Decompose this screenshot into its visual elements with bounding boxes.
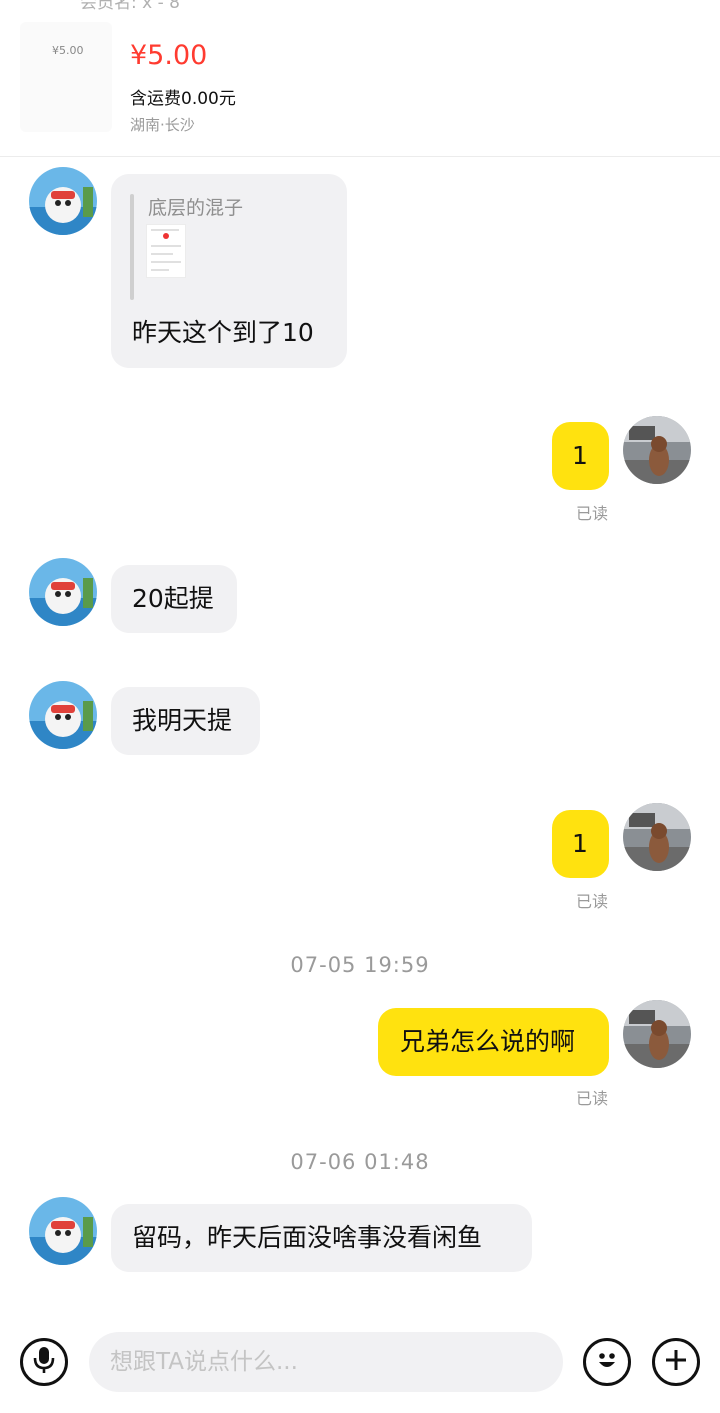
product-shipping: 含运费0.00元 [130, 89, 236, 109]
quoted-image-line [151, 261, 181, 263]
product-seller-text: 会员名: x - 8 [80, 0, 180, 13]
message-text-content: 1 [572, 441, 588, 470]
voice-button[interactable] [20, 1338, 68, 1386]
input-bar [0, 1315, 720, 1413]
quoted-image-line [151, 245, 181, 247]
quote-sender-name: 底层的混子 [148, 197, 244, 219]
my-avatar[interactable] [623, 1000, 691, 1068]
message-text-content: 1 [572, 829, 588, 858]
other-user-avatar[interactable] [29, 167, 97, 235]
quoted-image-line [151, 269, 169, 271]
product-thumbnail[interactable]: ¥5.00 [20, 22, 112, 132]
message-text-content: 我明天提 [132, 706, 233, 735]
emoji-icon [592, 1345, 622, 1379]
message-bubble[interactable]: 留码，昨天后面没啥事没看闲鱼 [111, 1204, 532, 1272]
emoji-button[interactable] [583, 1338, 631, 1386]
message-text-content: 兄弟怎么说的啊 [400, 1027, 576, 1056]
message-text-content: 留码，昨天后面没啥事没看闲鱼 [132, 1223, 483, 1252]
product-price: ¥5.00 [130, 40, 208, 71]
other-user-avatar[interactable] [29, 1197, 97, 1265]
quoted-image[interactable] [146, 224, 186, 278]
quote-bar [130, 194, 134, 300]
read-status: 已读 [576, 892, 609, 911]
timestamp: 07-05 19:59 [290, 953, 430, 977]
message-bubble[interactable]: 20起提 [111, 565, 237, 633]
read-status: 已读 [576, 1089, 609, 1108]
message-input[interactable] [89, 1332, 563, 1392]
microphone-icon [31, 1345, 57, 1379]
product-card[interactable]: 会员名: x - 8 ¥5.00 ¥5.00 含运费0.00元 湖南·长沙 [0, 0, 720, 157]
quoted-image-line [151, 229, 179, 231]
message-text: 昨天这个到了10 [132, 318, 314, 348]
message-text-content: 20起提 [132, 584, 214, 613]
other-user-avatar[interactable] [29, 681, 97, 749]
quoted-image-line [151, 253, 173, 255]
more-button[interactable] [652, 1338, 700, 1386]
my-avatar[interactable] [623, 416, 691, 484]
my-avatar[interactable] [623, 803, 691, 871]
product-thumbnail-price: ¥5.00 [52, 44, 84, 57]
my-message-bubble[interactable]: 1 [552, 422, 609, 490]
plus-icon [663, 1347, 689, 1377]
message-text-content: 昨天这个到了10 [132, 318, 314, 347]
other-user-avatar[interactable] [29, 558, 97, 626]
message-bubble[interactable]: 我明天提 [111, 687, 260, 755]
my-message-bubble[interactable]: 1 [552, 810, 609, 878]
read-status: 已读 [576, 504, 609, 523]
quoted-image-dot [163, 233, 169, 239]
product-location: 湖南·长沙 [130, 116, 195, 134]
my-message-bubble[interactable]: 兄弟怎么说的啊 [378, 1008, 609, 1076]
timestamp: 07-06 01:48 [290, 1150, 430, 1174]
